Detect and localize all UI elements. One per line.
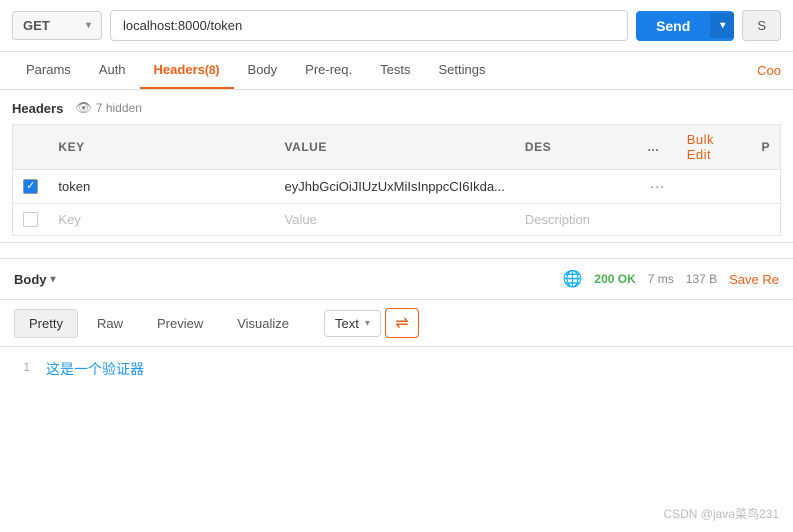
empty-value-cell[interactable]: Value xyxy=(275,204,515,236)
url-bar: GET ▾ Send ▾ S xyxy=(0,0,793,52)
empty-bulk-cell xyxy=(677,204,752,236)
tab-headers[interactable]: Headers(8) xyxy=(140,52,234,89)
tab-raw[interactable]: Raw xyxy=(82,309,138,338)
watermark: CSDN @java菜鸟231 xyxy=(663,505,779,522)
cookies-link[interactable]: Coo xyxy=(757,53,781,88)
request-tabs: Params Auth Headers(8) Body Pre-req. Tes… xyxy=(0,52,793,90)
headers-title-row: Headers 👁 7 hidden xyxy=(12,100,781,116)
body-toggle[interactable]: Body ▾ xyxy=(14,272,56,287)
format-label: Text xyxy=(335,316,359,331)
table-row: Key Value Description xyxy=(13,204,781,236)
tab-settings[interactable]: Settings xyxy=(424,52,499,89)
tab-prereq[interactable]: Pre-req. xyxy=(291,52,366,89)
col-key-header: KEY xyxy=(48,125,274,170)
empty-key-cell[interactable]: Key xyxy=(48,204,274,236)
value-cell[interactable]: eyJhbGciOiJIUzUxMiIsInppcCI6Ikda... xyxy=(275,170,515,204)
response-size: 137 B xyxy=(686,272,717,286)
col-p-header: P xyxy=(751,125,780,170)
response-content: 1 这是一个验证器 xyxy=(0,347,793,391)
more-dots-icon[interactable]: ··· xyxy=(650,178,665,195)
tab-auth[interactable]: Auth xyxy=(85,52,140,89)
status-info: 🌐 200 OK 7 ms 137 B Save Re xyxy=(562,269,779,289)
wrap-button[interactable]: ⇌ xyxy=(385,308,419,338)
row-checkbox[interactable]: ✓ xyxy=(23,179,38,194)
status-code: 200 OK xyxy=(594,272,635,286)
eye-icon: 👁 xyxy=(75,100,92,116)
col-more-header: ... xyxy=(638,125,677,170)
empty-checkbox[interactable] xyxy=(23,212,38,227)
col-check xyxy=(13,125,49,170)
url-input[interactable] xyxy=(110,10,628,41)
tab-params[interactable]: Params xyxy=(12,52,85,89)
key-placeholder: Key xyxy=(58,212,80,227)
tab-headers-label: Headers xyxy=(154,62,205,77)
more-options-cell[interactable]: ··· xyxy=(638,170,677,204)
tab-body[interactable]: Body xyxy=(234,52,292,89)
hidden-count: 7 hidden xyxy=(96,101,142,115)
bulk-edit-button[interactable]: Bulk Edit xyxy=(687,132,714,162)
hidden-badge: 👁 7 hidden xyxy=(75,100,142,116)
format-dropdown[interactable]: Text ▾ xyxy=(324,310,381,337)
col-bulk-header[interactable]: Bulk Edit xyxy=(677,125,752,170)
save-response-button[interactable]: Save Re xyxy=(729,272,779,287)
wrap-icon: ⇌ xyxy=(395,313,408,333)
format-arrow-icon: ▾ xyxy=(365,318,370,329)
checkmark-icon: ✓ xyxy=(26,181,35,192)
desc-placeholder: Description xyxy=(525,212,590,227)
method-arrow-icon: ▾ xyxy=(86,20,91,31)
tab-tests[interactable]: Tests xyxy=(366,52,424,89)
p-cell xyxy=(751,170,780,204)
body-label: Body xyxy=(14,272,47,287)
spacer xyxy=(0,243,793,259)
table-row: ✓ token eyJhbGciOiJIUzUxMiIsInppcCI6Ikda… xyxy=(13,170,781,204)
empty-more-cell xyxy=(638,204,677,236)
line-number: 1 xyxy=(14,359,30,374)
tab-preview[interactable]: Preview xyxy=(142,309,218,338)
col-value-header: VALUE xyxy=(275,125,515,170)
value-placeholder: Value xyxy=(285,212,317,227)
col-desc-header: DES xyxy=(515,125,638,170)
desc-cell[interactable] xyxy=(515,170,638,204)
key-cell[interactable]: token xyxy=(48,170,274,204)
save-button[interactable]: S xyxy=(742,10,781,41)
tab-pretty[interactable]: Pretty xyxy=(14,309,78,338)
format-select-button[interactable]: Text ▾ xyxy=(324,310,381,337)
table-header-row: KEY VALUE DES ... Bulk Edit P xyxy=(13,125,781,170)
tab-headers-badge: (8) xyxy=(205,63,220,77)
line-row: 1 这是一个验证器 xyxy=(14,359,779,379)
headers-table: KEY VALUE DES ... Bulk Edit P ✓ xyxy=(12,124,781,236)
method-selector[interactable]: GET ▾ xyxy=(12,11,102,40)
body-arrow-icon: ▾ xyxy=(51,274,56,285)
send-label: Send xyxy=(636,11,710,41)
body-header: Body ▾ 🌐 200 OK 7 ms 137 B Save Re xyxy=(0,259,793,300)
empty-desc-cell[interactable]: Description xyxy=(515,204,638,236)
send-button[interactable]: Send ▾ xyxy=(636,11,734,41)
method-label: GET xyxy=(23,18,50,33)
body-tabs: Pretty Raw Preview Visualize Text ▾ ⇌ xyxy=(0,300,793,347)
checkbox-cell: ✓ xyxy=(13,170,49,204)
response-time: 7 ms xyxy=(648,272,674,286)
headers-title: Headers xyxy=(12,101,63,116)
globe-icon[interactable]: 🌐 xyxy=(562,269,582,289)
response-body-section: Body ▾ 🌐 200 OK 7 ms 137 B Save Re Prett… xyxy=(0,259,793,391)
tab-visualize[interactable]: Visualize xyxy=(222,309,304,338)
line-content: 这是一个验证器 xyxy=(46,359,144,379)
bulk-cell xyxy=(677,170,752,204)
empty-p-cell xyxy=(751,204,780,236)
headers-panel: Headers 👁 7 hidden KEY VALUE DES ... Bul… xyxy=(0,90,793,243)
empty-checkbox-cell xyxy=(13,204,49,236)
send-dropdown-arrow[interactable]: ▾ xyxy=(710,13,734,38)
